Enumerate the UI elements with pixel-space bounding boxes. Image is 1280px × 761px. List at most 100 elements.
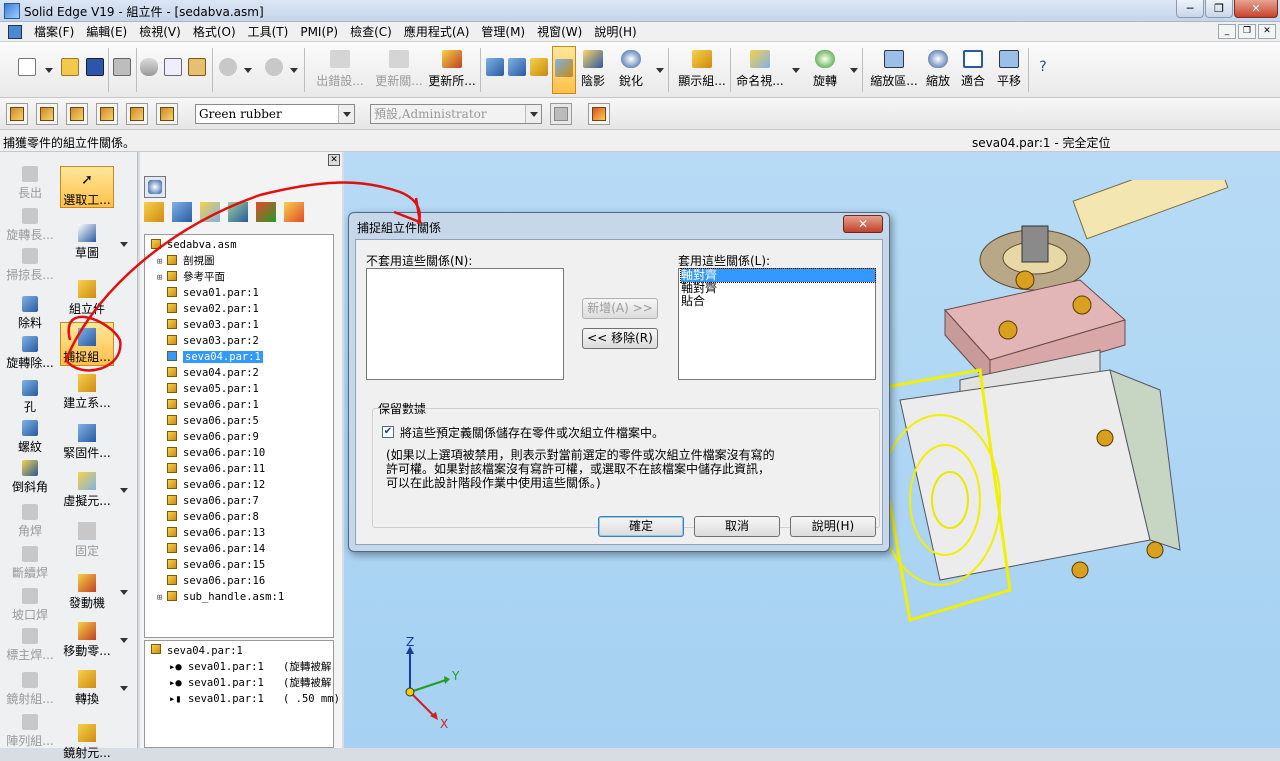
show-assembly-button[interactable]: 顯示組... [676,46,728,94]
groove-weld-button[interactable]: 坡口焊 [2,588,58,623]
tree-item[interactable]: seva05.par:1 [157,381,259,397]
shading-button[interactable]: 陰影 [578,46,608,94]
cancel-button[interactable]: 取消 [694,516,780,537]
menu-applications[interactable]: 應用程式(A) [398,24,476,40]
chevron-down-icon[interactable] [525,105,541,123]
tree-item[interactable]: seva06.par:8 [157,509,259,525]
assembly-tool-6-button[interactable] [156,103,178,125]
menu-help[interactable]: 說明(H) [588,24,642,40]
valve-assembly-model[interactable] [850,180,1280,640]
relation-row[interactable]: ▸▮ seva01.par:1( .50 mm) [169,691,340,707]
pathfinder-tab[interactable] [144,176,166,198]
tree-item[interactable]: seva06.par:10 [157,445,265,461]
top-view-button[interactable] [528,46,550,94]
chevron-down-icon[interactable] [338,105,354,123]
relation-list-item[interactable]: 軸對齊 [679,282,875,295]
tree-item[interactable]: seva04.par:2 [157,365,259,381]
tree-item[interactable]: ⊞ 參考平面 [157,269,225,285]
menu-view[interactable]: 檢視(V) [133,24,187,40]
named-view-button[interactable]: 命名視... [734,46,786,94]
filter-features-icon[interactable] [200,202,220,222]
revolved-protrusion-button[interactable]: 旋轉長... [2,208,58,243]
material-dropdown[interactable]: Green rubber [195,104,355,124]
fit-button[interactable]: 適合 [956,46,990,94]
expand-icon[interactable]: ⊞ [157,590,167,606]
menu-tools[interactable]: 工具(T) [242,24,295,40]
label-weld-button[interactable]: 標主焊... [2,628,58,663]
open-file-button[interactable] [58,46,82,94]
close-window-button[interactable]: ✕ [1234,0,1278,18]
sketch-button[interactable]: 草圖 [60,224,114,261]
tree-item[interactable]: ⊞ 剖視圖 [157,253,215,269]
menu-format[interactable]: 格式(O) [187,24,242,40]
front-view-button[interactable] [506,46,528,94]
new-file-button[interactable] [14,46,40,94]
preset-dropdown[interactable]: 預設,Administrator [370,104,542,124]
ground-button[interactable]: 固定 [60,522,114,559]
relation-part-row[interactable]: seva04.par:1 [151,643,243,659]
mdi-minimize-button[interactable]: _ [1218,24,1236,39]
tree-item[interactable]: ⊞ sub_handle.asm:1 [157,589,284,605]
menu-edit[interactable]: 編輯(E) [80,24,133,40]
zoom-button[interactable]: 縮放 [922,46,954,94]
hole-button[interactable]: 孔 [2,380,58,415]
document-menu-icon[interactable] [8,25,22,39]
chamfer-button[interactable]: 倒斜角 [2,460,58,495]
intermittent-weld-button[interactable]: 斷續焊 [2,546,58,581]
tree-item[interactable]: seva06.par:11 [157,461,265,477]
tree-item[interactable]: seva06.par:1 [157,397,259,413]
thread-button[interactable]: 螺紋 [2,420,58,455]
motor-button[interactable]: 發動機 [60,574,114,611]
virtual-component-button[interactable]: 虛擬元... [60,472,114,509]
cut-button[interactable] [138,46,160,94]
print-button[interactable] [110,46,134,94]
tree-item[interactable]: seva06.par:12 [157,477,265,493]
menu-inspect[interactable]: 檢查(C) [344,24,398,40]
dialog-close-button[interactable]: ✕ [843,215,883,233]
capture-assembly-relations-button[interactable]: 捕捉組... [60,322,114,366]
iso-view-button[interactable] [484,46,506,94]
filter-planes-icon[interactable] [228,202,248,222]
undo-button[interactable] [216,46,240,94]
pattern-assembly-button[interactable]: 陣列組... [2,714,58,749]
cutout-button[interactable]: 除料 [2,296,58,331]
menu-file[interactable]: 檔案(F) [28,24,80,40]
solid-edge-app-icon[interactable] [4,3,20,19]
fillet-weld-button[interactable]: 角焊 [2,504,58,539]
tree-item[interactable]: seva06.par:7 [157,493,259,509]
tree-item[interactable]: seva06.par:14 [157,541,265,557]
tree-item[interactable]: seva06.par:9 [157,429,259,445]
expand-icon[interactable]: ⊞ [157,270,167,286]
unused-relations-list[interactable] [366,268,564,380]
filter-pmi-icon[interactable] [284,202,304,222]
relation-row[interactable]: ▸● seva01.par:1 (旋轉被解 [169,675,331,691]
mirror-component-button[interactable]: 鏡射元... [60,724,114,761]
filter-subassembly-icon[interactable] [172,202,192,222]
copy-button[interactable] [162,46,184,94]
tree-item[interactable]: seva03.par:2 [157,333,259,349]
restore-button[interactable]: ❐ [1205,0,1233,18]
tree-item[interactable]: seva06.par:13 [157,525,265,541]
shaded-view-button[interactable] [552,46,576,94]
update-all-button[interactable]: 更新所... [426,46,478,94]
assembly-tool-1-button[interactable] [6,103,28,125]
pan-button[interactable]: 平移 [992,46,1026,94]
assembly-button[interactable]: 組立件 [60,280,114,317]
select-tool-button[interactable]: ➚ 選取工... [60,166,114,208]
swept-protrusion-button[interactable]: 掃掠長... [2,248,58,283]
add-relation-button[interactable]: 新增(A) >> [582,298,658,319]
tree-item[interactable]: seva02.par:1 [157,301,259,317]
assembly-tool-2-button[interactable] [36,103,58,125]
store-relations-checkbox[interactable]: ✔ [382,426,394,438]
mdi-restore-button[interactable]: ❐ [1238,24,1256,39]
sharpen-button[interactable]: 銳化 [614,46,648,94]
out-breakdown-button[interactable]: 出錯設... [312,46,368,94]
preset-save-button[interactable] [550,103,572,125]
context-help-button[interactable]: ? [1032,46,1054,94]
assembly-tool-5-button[interactable] [126,103,148,125]
minimize-button[interactable]: ─ [1176,0,1204,18]
revolved-cutout-button[interactable]: 旋轉除... [2,336,58,371]
redo-button[interactable] [262,46,286,94]
filter-parts-icon[interactable] [144,202,164,222]
help-button[interactable]: 說明(H) [790,516,876,537]
